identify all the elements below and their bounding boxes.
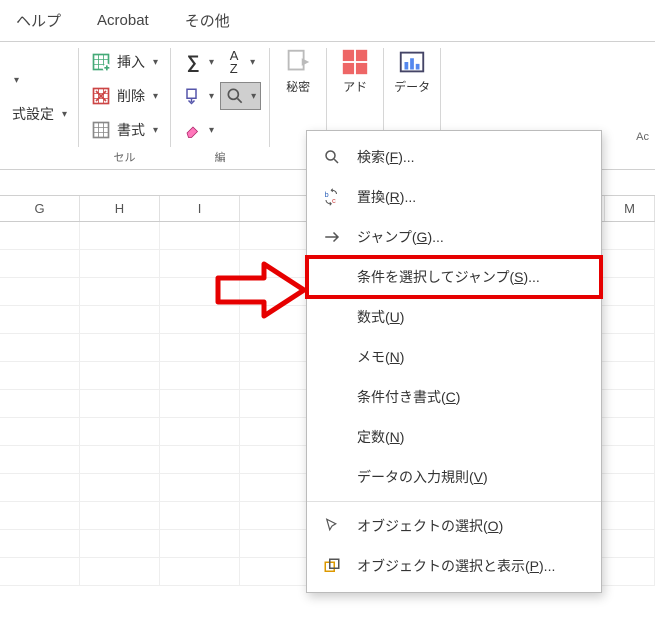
menu-selection-pane[interactable]: オブジェクトの選択と表示(P)... (307, 546, 601, 586)
chevron-down-icon: ▾ (14, 75, 19, 86)
autosum-button[interactable]: ∑ ▾ (179, 48, 218, 76)
chevron-down-icon: ▾ (153, 91, 158, 102)
menu-constants[interactable]: 定数(N) (307, 417, 601, 457)
cursor-icon (321, 515, 343, 537)
menu-conditional-formatting[interactable]: 条件付き書式(C) (307, 377, 601, 417)
col-header[interactable]: H (80, 196, 160, 221)
ribbon-tabs: ヘルプ Acrobat その他 (0, 0, 655, 42)
search-icon (225, 86, 245, 106)
find-select-menu: 検索(F)... bc 置換(R)... ジャンプ(G)... 条件を選択してジ… (306, 130, 602, 593)
chevron-down-icon: ▾ (153, 57, 158, 68)
label: 式設定 (12, 104, 54, 124)
col-header[interactable]: G (0, 196, 80, 221)
tab-help[interactable]: ヘルプ (8, 4, 69, 37)
menu-notes[interactable]: メモ(N) (307, 337, 601, 377)
chevron-down-icon: ▾ (250, 57, 255, 68)
label: 検索(F)... (357, 147, 415, 167)
menu-formulas[interactable]: 数式(U) (307, 297, 601, 337)
label: 置換(R)... (357, 187, 416, 207)
chevron-down-icon: ▾ (209, 125, 214, 136)
svg-text:b: b (325, 190, 329, 199)
chevron-down-icon: ▾ (251, 91, 256, 102)
addins-icon (339, 46, 371, 78)
format-icon (91, 120, 111, 140)
sort-filter-button[interactable]: AZ ▾ (220, 48, 261, 76)
label: 挿入 (117, 52, 145, 72)
cells-group: 挿入 ▾ 削除 ▾ 書式 ▾ セル (79, 42, 170, 169)
sort-icon: AZ (224, 52, 244, 72)
fill-down-icon (183, 86, 203, 106)
arrow-right-icon (321, 226, 343, 248)
tab-other[interactable]: その他 (177, 4, 238, 37)
conditional-formatting-button[interactable]: 式設定 ▾ (8, 100, 71, 128)
label: アド (343, 80, 367, 94)
search-icon (321, 146, 343, 168)
menu-goto[interactable]: ジャンプ(G)... (307, 217, 601, 257)
chevron-down-icon: ▾ (153, 125, 158, 136)
insert-icon (91, 52, 111, 72)
chevron-down-icon: ▾ (209, 57, 214, 68)
label: オブジェクトの選択(O) (357, 516, 503, 536)
label: 条件を選択してジャンプ(S)... (357, 267, 540, 287)
svg-text:c: c (332, 196, 336, 205)
ribbon-left-fragment: ▾ 式設定 ▾ (8, 42, 78, 169)
sensitivity-icon (282, 46, 314, 78)
chevron-down-icon: ▾ (209, 91, 214, 102)
label: 条件付き書式(C) (357, 387, 460, 407)
chevron-down-icon: ▾ (62, 109, 67, 120)
menu-replace[interactable]: bc 置換(R)... (307, 177, 601, 217)
col-header[interactable]: I (160, 196, 240, 221)
menu-select-objects[interactable]: オブジェクトの選択(O) (307, 506, 601, 546)
label: ジャンプ(G)... (357, 227, 444, 247)
addins-group-label: Ac (636, 131, 649, 143)
delete-icon (91, 86, 111, 106)
tab-acrobat[interactable]: Acrobat (89, 6, 157, 35)
menu-find[interactable]: 検索(F)... (307, 137, 601, 177)
find-select-button[interactable]: ▾ (220, 82, 261, 110)
label: 定数(N) (357, 427, 404, 447)
label: オブジェクトの選択と表示(P)... (357, 556, 555, 576)
sigma-icon: ∑ (183, 52, 203, 72)
insert-cells-button[interactable]: 挿入 ▾ (87, 48, 162, 76)
chart-icon (396, 46, 428, 78)
label: 削除 (117, 86, 145, 106)
eraser-icon (183, 120, 203, 140)
group-label: 編 (215, 149, 226, 169)
label: 数式(U) (357, 307, 404, 327)
selection-pane-icon (321, 555, 343, 577)
fill-button[interactable]: ▾ (179, 82, 218, 110)
menu-data-validation[interactable]: データの入力規則(V) (307, 457, 601, 497)
clear-button[interactable]: ▾ (179, 116, 218, 144)
format-cells-button[interactable]: 書式 ▾ (87, 116, 162, 144)
col-header[interactable]: M (605, 196, 655, 221)
label: メモ(N) (357, 347, 404, 367)
menu-goto-special[interactable]: 条件を選択してジャンプ(S)... (307, 257, 601, 297)
group-label: セル (114, 149, 136, 169)
delete-cells-button[interactable]: 削除 ▾ (87, 82, 162, 110)
label: 秘密 (286, 80, 310, 94)
label: データ (394, 80, 430, 94)
label: 書式 (117, 120, 145, 140)
label: データの入力規則(V) (357, 467, 488, 487)
format-setting-button[interactable]: ▾ (8, 66, 23, 94)
replace-icon: bc (321, 186, 343, 208)
menu-separator (307, 501, 601, 502)
editing-group: ∑ ▾ ▾ ▾ AZ ▾ (171, 42, 269, 169)
